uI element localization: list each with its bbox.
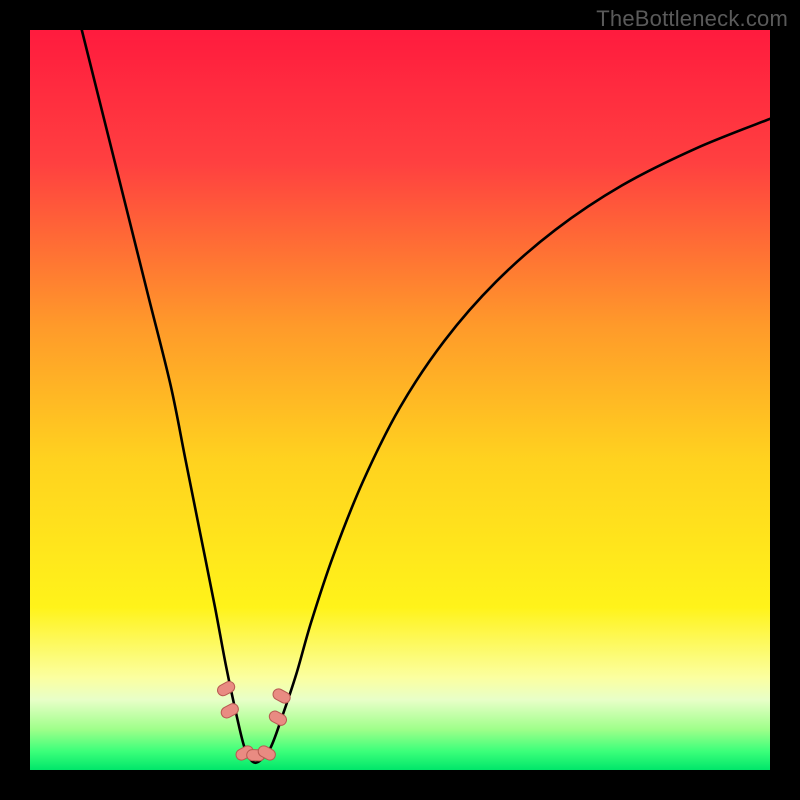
right-marker-bottom: [267, 709, 288, 727]
bottleneck-curve: [82, 30, 770, 763]
right-marker-top: [271, 687, 292, 705]
chart-overlay: [30, 30, 770, 770]
left-marker-top: [216, 680, 237, 698]
chart-plot-area: [30, 30, 770, 770]
curve-markers: [216, 680, 293, 763]
watermark-text: TheBottleneck.com: [596, 6, 788, 32]
